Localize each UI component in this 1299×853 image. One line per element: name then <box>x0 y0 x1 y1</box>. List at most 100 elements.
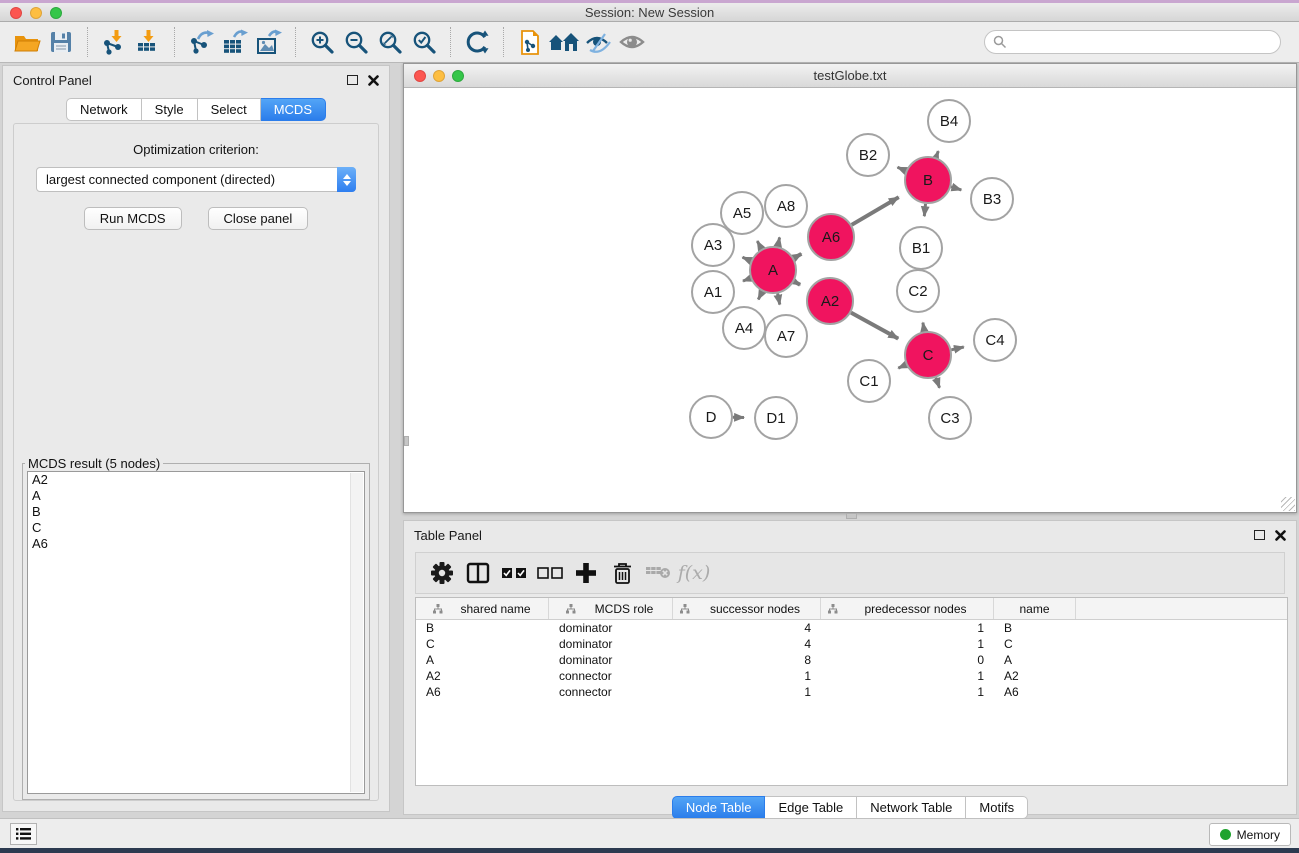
import-network-icon <box>101 29 127 55</box>
graph-edge-B-B3[interactable] <box>951 187 961 190</box>
run-mcds-button[interactable]: Run MCDS <box>84 207 182 230</box>
export-image-button[interactable] <box>252 26 286 58</box>
network-window-titlebar[interactable]: testGlobe.txt <box>404 64 1296 88</box>
export-network-button[interactable] <box>184 26 218 58</box>
column-header-shared-name[interactable]: shared name <box>416 598 549 619</box>
table-panel-header: Table Panel <box>404 521 1296 549</box>
delete-table-button[interactable] <box>640 556 676 590</box>
graph-edge-B-B1[interactable] <box>924 204 925 216</box>
graph-edge-A-A6[interactable] <box>794 254 802 258</box>
tab-style[interactable]: Style <box>142 98 198 121</box>
graph-edge-A-A5[interactable] <box>757 241 761 249</box>
search-field[interactable] <box>984 30 1281 54</box>
search-input[interactable] <box>1012 35 1272 50</box>
apply-layout-button[interactable] <box>460 26 494 58</box>
zoom-fit-button[interactable] <box>373 26 407 58</box>
column-header-mcds-role[interactable]: MCDS role <box>549 598 673 619</box>
search-icon <box>993 35 1007 49</box>
columns-icon <box>466 562 490 584</box>
float-panel-icon[interactable] <box>347 75 358 85</box>
graph-edge-A-A4[interactable] <box>758 292 762 300</box>
zoom-window-button[interactable] <box>50 7 62 19</box>
network-graph[interactable]: B4B2BB3A8A5A6A3B1AC2A1A2A4A7C4CC1C3DD1 <box>404 88 1296 512</box>
create-column-button[interactable] <box>568 556 604 590</box>
close-panel-icon[interactable] <box>368 75 379 86</box>
graph-edge-B-B2[interactable] <box>898 167 906 171</box>
close-panel-icon[interactable] <box>1275 530 1286 541</box>
graph-edge-A6-B[interactable] <box>852 197 899 225</box>
delete-column-button[interactable] <box>604 556 640 590</box>
table-settings-button[interactable] <box>424 556 460 590</box>
minimize-window-button[interactable] <box>30 7 42 19</box>
network-window-title: testGlobe.txt <box>404 64 1296 88</box>
network-vertical-scrollbar[interactable] <box>404 436 409 446</box>
criterion-select[interactable]: largest connected component (directed) <box>36 167 356 192</box>
clone-network-button[interactable] <box>513 26 547 58</box>
tab-mcds[interactable]: MCDS <box>261 98 326 121</box>
graph-edge-A-A1[interactable] <box>743 278 751 281</box>
list-item[interactable]: A2 <box>28 472 364 488</box>
tab-motifs[interactable]: Motifs <box>966 796 1028 819</box>
graph-edge-A-A8[interactable] <box>778 237 780 246</box>
graph-edge-A-A7[interactable] <box>778 294 780 305</box>
zoom-in-button[interactable] <box>305 26 339 58</box>
zoom-selected-button[interactable] <box>407 26 441 58</box>
zoom-out-button[interactable] <box>339 26 373 58</box>
graph-edge-C-C1[interactable] <box>898 365 906 368</box>
table-row[interactable]: C dominator 4 1 C <box>416 636 1287 652</box>
graph-edge-A2-C[interactable] <box>851 313 898 339</box>
tab-node-table[interactable]: Node Table <box>672 796 766 819</box>
graph-edge-B-B4[interactable] <box>936 151 938 157</box>
list-item[interactable]: A6 <box>28 536 364 552</box>
close-panel-button[interactable]: Close panel <box>208 207 309 230</box>
home-button[interactable] <box>547 26 581 58</box>
column-header-name[interactable]: name <box>994 598 1076 619</box>
graph-node-label-C3: C3 <box>940 410 959 427</box>
show-graphics-button[interactable] <box>615 26 649 58</box>
select-all-rows-button[interactable] <box>496 556 532 590</box>
memory-button[interactable]: Memory <box>1209 823 1291 846</box>
tab-edge-table[interactable]: Edge Table <box>765 796 857 819</box>
column-header-predecessor-nodes[interactable]: predecessor nodes <box>821 598 994 619</box>
graph-edge-A-A2[interactable] <box>794 282 800 285</box>
hide-graphics-button[interactable] <box>581 26 615 58</box>
network-horizontal-scrollbar[interactable] <box>846 513 857 519</box>
task-history-button[interactable] <box>10 823 37 845</box>
function-builder-button[interactable]: f(x) <box>676 556 712 590</box>
deselect-all-rows-button[interactable] <box>532 556 568 590</box>
table-row[interactable]: A2 connector 1 1 A2 <box>416 668 1287 684</box>
toolbar-separator <box>450 27 451 57</box>
table-row[interactable]: A6 connector 1 1 A6 <box>416 684 1287 700</box>
list-scrollbar[interactable] <box>350 473 363 792</box>
show-column-button[interactable] <box>460 556 496 590</box>
import-table-button[interactable] <box>131 26 165 58</box>
mcds-result-list[interactable]: A2 A B C A6 <box>27 471 365 794</box>
export-table-button[interactable] <box>218 26 252 58</box>
table-row[interactable]: B dominator 4 1 B <box>416 620 1287 636</box>
graph-edge-C-C2[interactable] <box>923 323 924 332</box>
graph-node-label-A4: A4 <box>735 320 753 337</box>
list-item[interactable]: C <box>28 520 364 536</box>
graph-edge-A-A3[interactable] <box>743 257 751 261</box>
column-header-successor-nodes[interactable]: successor nodes <box>673 598 821 619</box>
app-titlebar[interactable]: Session: New Session <box>0 3 1299 22</box>
graph-edge-C-C3[interactable] <box>936 378 940 388</box>
close-window-button[interactable] <box>10 7 22 19</box>
float-panel-icon[interactable] <box>1254 530 1265 540</box>
tab-select[interactable]: Select <box>198 98 261 121</box>
network-canvas[interactable]: B4B2BB3A8A5A6A3B1AC2A1A2A4A7C4CC1C3DD1 <box>404 88 1296 512</box>
network-zoom-button[interactable] <box>452 70 464 82</box>
list-item[interactable]: B <box>28 504 364 520</box>
window-resize-grip[interactable] <box>1281 497 1295 511</box>
tab-network[interactable]: Network <box>66 98 142 121</box>
mcds-result-group: MCDS result (5 nodes) A2 A B C A6 <box>22 456 370 800</box>
tab-network-table[interactable]: Network Table <box>857 796 966 819</box>
graph-edge-C-C4[interactable] <box>951 347 963 350</box>
open-session-button[interactable] <box>10 26 44 58</box>
save-session-button[interactable] <box>44 26 78 58</box>
network-minimize-button[interactable] <box>433 70 445 82</box>
list-item[interactable]: A <box>28 488 364 504</box>
table-row[interactable]: A dominator 8 0 A <box>416 652 1287 668</box>
network-close-button[interactable] <box>414 70 426 82</box>
import-network-button[interactable] <box>97 26 131 58</box>
